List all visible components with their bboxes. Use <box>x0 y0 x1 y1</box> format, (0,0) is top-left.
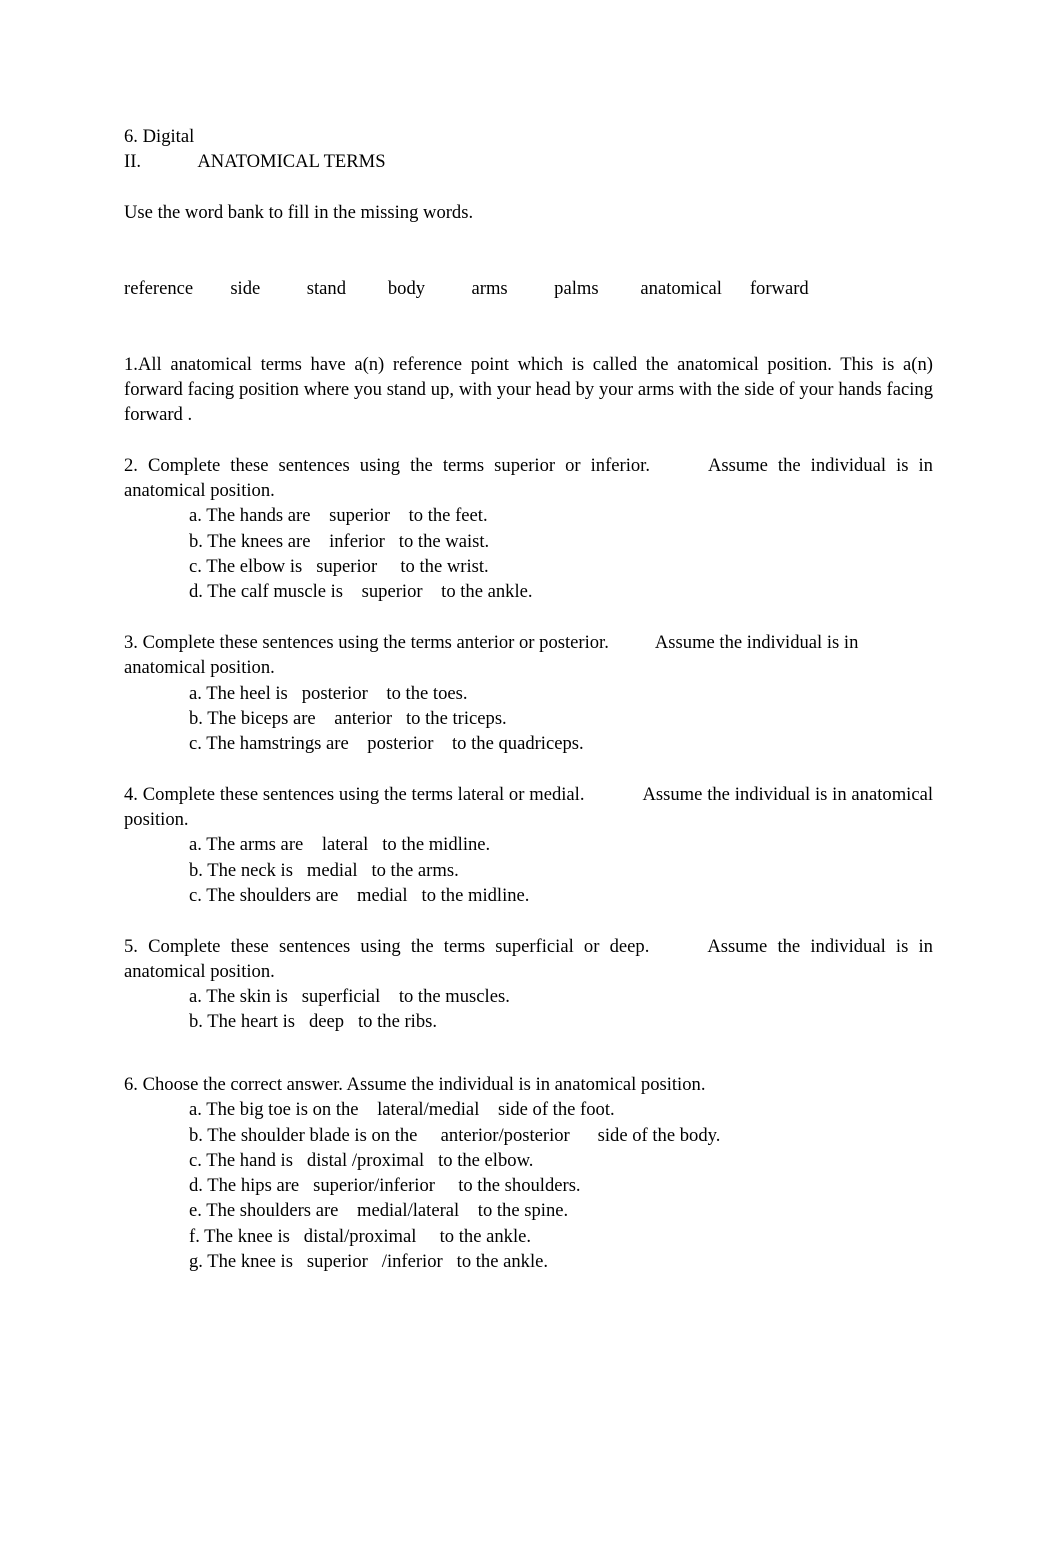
question-6-item-d: d. The hips are superior/inferior to the… <box>189 1175 581 1197</box>
section-tab-space <box>141 151 197 172</box>
question-6-item-g: g. The knee is superior /inferior to the… <box>189 1251 549 1273</box>
section-numeral: II. <box>124 151 142 173</box>
question-3-item-c: c. The hamstrings are posterior to the q… <box>189 733 584 755</box>
question-2-prompt: 2. Complete these sentences using the te… <box>124 454 650 476</box>
question-2-heading: 2. Complete these sentences using the te… <box>124 453 933 504</box>
question-3-item-a: a. The heel is posterior to the toes. <box>189 682 468 704</box>
instruction-text: Use the word bank to fill in the missing… <box>124 201 474 223</box>
document-page: 6. Digital II. ANATOMICAL TERMS Use the … <box>0 0 1062 1561</box>
question-4-item-b: b. The neck is medial to the arms. <box>189 859 459 881</box>
question-4-item-c: c. The shoulders are medial to the midli… <box>189 884 530 906</box>
question-2-item-a: a. The hands are superior to the feet. <box>189 505 488 527</box>
question-1-text: 1.All anatomical terms have a(n) referen… <box>124 353 933 426</box>
question-4-item-a: a. The arms are lateral to the midline. <box>189 834 491 856</box>
question-1: 1.All anatomical terms have a(n) referen… <box>124 352 933 428</box>
question-5-prompt: 5. Complete these sentences using the te… <box>124 935 650 957</box>
question-3-prompt: 3. Complete these sentences using the te… <box>124 631 609 653</box>
question-4-heading: 4. Complete these sentences using the te… <box>124 782 933 833</box>
question-5-item-b: b. The heart is deep to the ribs. <box>189 1011 438 1033</box>
document-body: 6. Digital II. ANATOMICAL TERMS Use the … <box>124 124 933 1274</box>
question-4: 4. Complete these sentences using the te… <box>124 782 933 908</box>
question-5: 5. Complete these sentences using the te… <box>124 934 933 1035</box>
question-2: 2. Complete these sentences using the te… <box>124 453 933 605</box>
section-heading: II. ANATOMICAL TERMS <box>124 149 933 174</box>
question-5-item-a: a. The skin is superficial to the muscle… <box>189 986 510 1008</box>
question-2-item-c: c. The elbow is superior to the wrist. <box>189 556 489 578</box>
question-2-item-b: b. The knees are inferior to the waist. <box>189 530 490 552</box>
question-6-heading: 6. Choose the correct answer. Assume the… <box>124 1072 933 1097</box>
question-2-item-d: d. The calf muscle is superior to the an… <box>189 581 533 603</box>
question-5-heading: 5. Complete these sentences using the te… <box>124 934 933 985</box>
question-6-item-c: c. The hand is distal /proximal to the e… <box>189 1149 534 1171</box>
question-6-item-b: b. The shoulder blade is on the anterior… <box>189 1124 721 1146</box>
question-4-prompt: 4. Complete these sentences using the te… <box>124 783 585 805</box>
question-3-heading: 3. Complete these sentences using the te… <box>124 630 933 681</box>
question-3-item-b: b. The biceps are anterior to the tricep… <box>189 707 507 729</box>
preceding-list-item: 6. Digital <box>124 126 195 147</box>
word-bank: reference side stand body arms palms ana… <box>124 277 809 299</box>
question-6-item-e: e. The shoulders are medial/lateral to t… <box>189 1200 569 1222</box>
question-6-item-a: a. The big toe is on the lateral/medial … <box>189 1099 615 1121</box>
question-6: 6. Choose the correct answer. Assume the… <box>124 1072 933 1274</box>
question-6-item-f: f. The knee is distal/proximal to the an… <box>189 1225 532 1247</box>
question-3: 3. Complete these sentences using the te… <box>124 630 933 756</box>
section-title: ANATOMICAL TERMS <box>197 151 386 173</box>
question-6-prompt: 6. Choose the correct answer. Assume the… <box>124 1073 706 1095</box>
